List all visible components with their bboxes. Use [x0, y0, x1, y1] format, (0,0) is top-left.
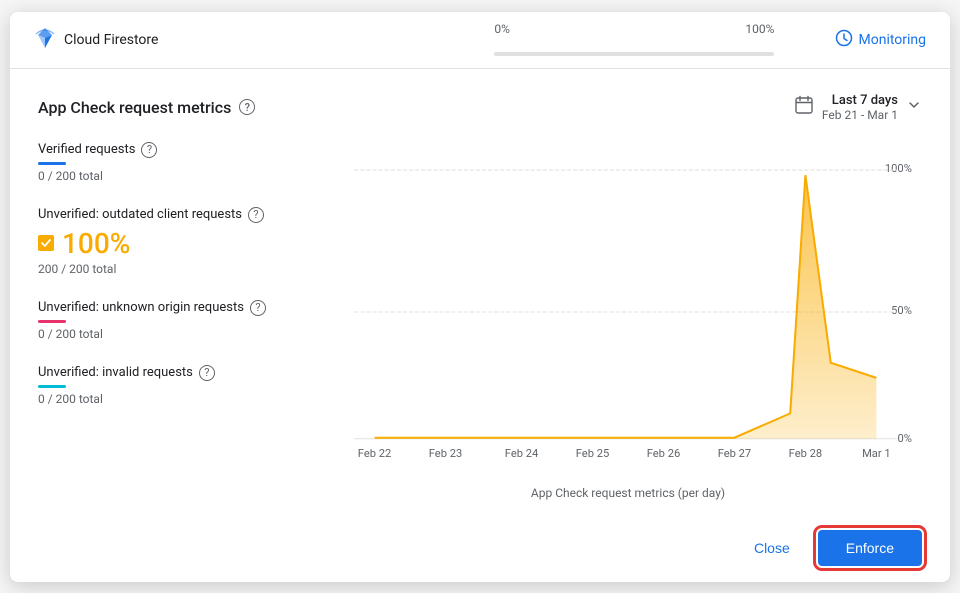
clock-icon	[835, 29, 853, 51]
service-name: Cloud Firestore	[64, 32, 158, 48]
metric-checkbox-outdated[interactable]	[38, 235, 54, 251]
body-area: Verified requests ? 0 / 200 total Unveri…	[38, 142, 922, 500]
metrics-list: Verified requests ? 0 / 200 total Unveri…	[38, 142, 318, 500]
chevron-down-icon	[906, 97, 922, 117]
metric-item-verified: Verified requests ? 0 / 200 total	[38, 142, 318, 183]
svg-text:0%: 0%	[897, 431, 911, 444]
svg-text:Mar 1: Mar 1	[862, 446, 891, 459]
metrics-help-icon[interactable]: ?	[239, 99, 255, 115]
progress-section: 0% 100%	[434, 24, 834, 56]
progress-label-0: 0%	[494, 22, 510, 36]
top-bar: Cloud Firestore 0% 100% Monitoring	[10, 12, 950, 69]
svg-text:50%: 50%	[891, 304, 912, 317]
chart-svg: 100% 50% 0%	[334, 142, 922, 482]
svg-text:Feb 25: Feb 25	[576, 446, 610, 459]
date-range-sub: Feb 21 - Mar 1	[822, 108, 898, 122]
svg-text:Feb 27: Feb 27	[718, 446, 752, 459]
svg-text:Feb 22: Feb 22	[358, 446, 392, 459]
metric-label-unknown: Unverified: unknown origin requests ?	[38, 300, 318, 316]
firestore-icon	[34, 28, 56, 52]
metrics-title-area: App Check request metrics ?	[38, 98, 255, 117]
chart-area: 100% 50% 0%	[318, 142, 922, 500]
metric-label-verified: Verified requests ?	[38, 142, 318, 158]
close-button[interactable]: Close	[738, 532, 806, 564]
svg-text:Feb 26: Feb 26	[647, 446, 681, 459]
metric-label-outdated: Unverified: outdated client requests ?	[38, 207, 318, 223]
app-check-dialog: Cloud Firestore 0% 100% Monitoring	[10, 12, 950, 582]
metric-total-invalid: 0 / 200 total	[38, 392, 318, 406]
service-label: Cloud Firestore	[34, 28, 434, 52]
date-range-selector[interactable]: Last 7 days Feb 21 - Mar 1	[794, 93, 922, 122]
metric-percentage-outdated: 100%	[62, 227, 130, 260]
date-range-label: Last 7 days	[822, 93, 898, 108]
calendar-icon	[794, 95, 814, 119]
metric-item-unknown: Unverified: unknown origin requests ? 0 …	[38, 300, 318, 341]
metric-item-outdated: Unverified: outdated client requests ? 1…	[38, 207, 318, 276]
svg-text:Feb 23: Feb 23	[429, 446, 463, 459]
metric-line-invalid	[38, 385, 66, 388]
main-content: App Check request metrics ? Last 7 days …	[10, 69, 950, 514]
svg-text:Feb 28: Feb 28	[789, 446, 823, 459]
chart-xlabel: App Check request metrics (per day)	[334, 486, 922, 500]
date-range-text: Last 7 days Feb 21 - Mar 1	[822, 93, 898, 122]
metric-line-verified	[38, 162, 66, 165]
metric-item-invalid: Unverified: invalid requests ? 0 / 200 t…	[38, 365, 318, 406]
metrics-header: App Check request metrics ? Last 7 days …	[38, 93, 922, 122]
metric-name-outdated: Unverified: outdated client requests	[38, 207, 242, 222]
metric-line-unknown	[38, 320, 66, 323]
metric-name-unknown: Unverified: unknown origin requests	[38, 300, 244, 315]
metric-help-verified[interactable]: ?	[141, 142, 157, 158]
chart-svg-wrapper: 100% 50% 0%	[334, 142, 922, 482]
monitoring-label: Monitoring	[859, 32, 927, 48]
metric-label-invalid: Unverified: invalid requests ?	[38, 365, 318, 381]
metric-total-outdated: 200 / 200 total	[38, 262, 318, 276]
metric-help-invalid[interactable]: ?	[199, 365, 215, 381]
metric-help-outdated[interactable]: ?	[248, 207, 264, 223]
monitoring-link[interactable]: Monitoring	[835, 29, 927, 51]
progress-label-100: 100%	[745, 22, 774, 36]
svg-text:Feb 24: Feb 24	[505, 446, 539, 459]
metric-total-verified: 0 / 200 total	[38, 169, 318, 183]
svg-text:100%: 100%	[885, 162, 912, 175]
metric-total-unknown: 0 / 200 total	[38, 327, 318, 341]
metric-name-invalid: Unverified: invalid requests	[38, 365, 193, 380]
metrics-title-text: App Check request metrics	[38, 98, 231, 117]
metric-help-unknown[interactable]: ?	[250, 300, 266, 316]
footer: Close Enforce	[10, 514, 950, 582]
enforce-button[interactable]: Enforce	[818, 530, 922, 566]
metric-name-verified: Verified requests	[38, 142, 135, 157]
progress-bar-bg	[494, 52, 774, 56]
